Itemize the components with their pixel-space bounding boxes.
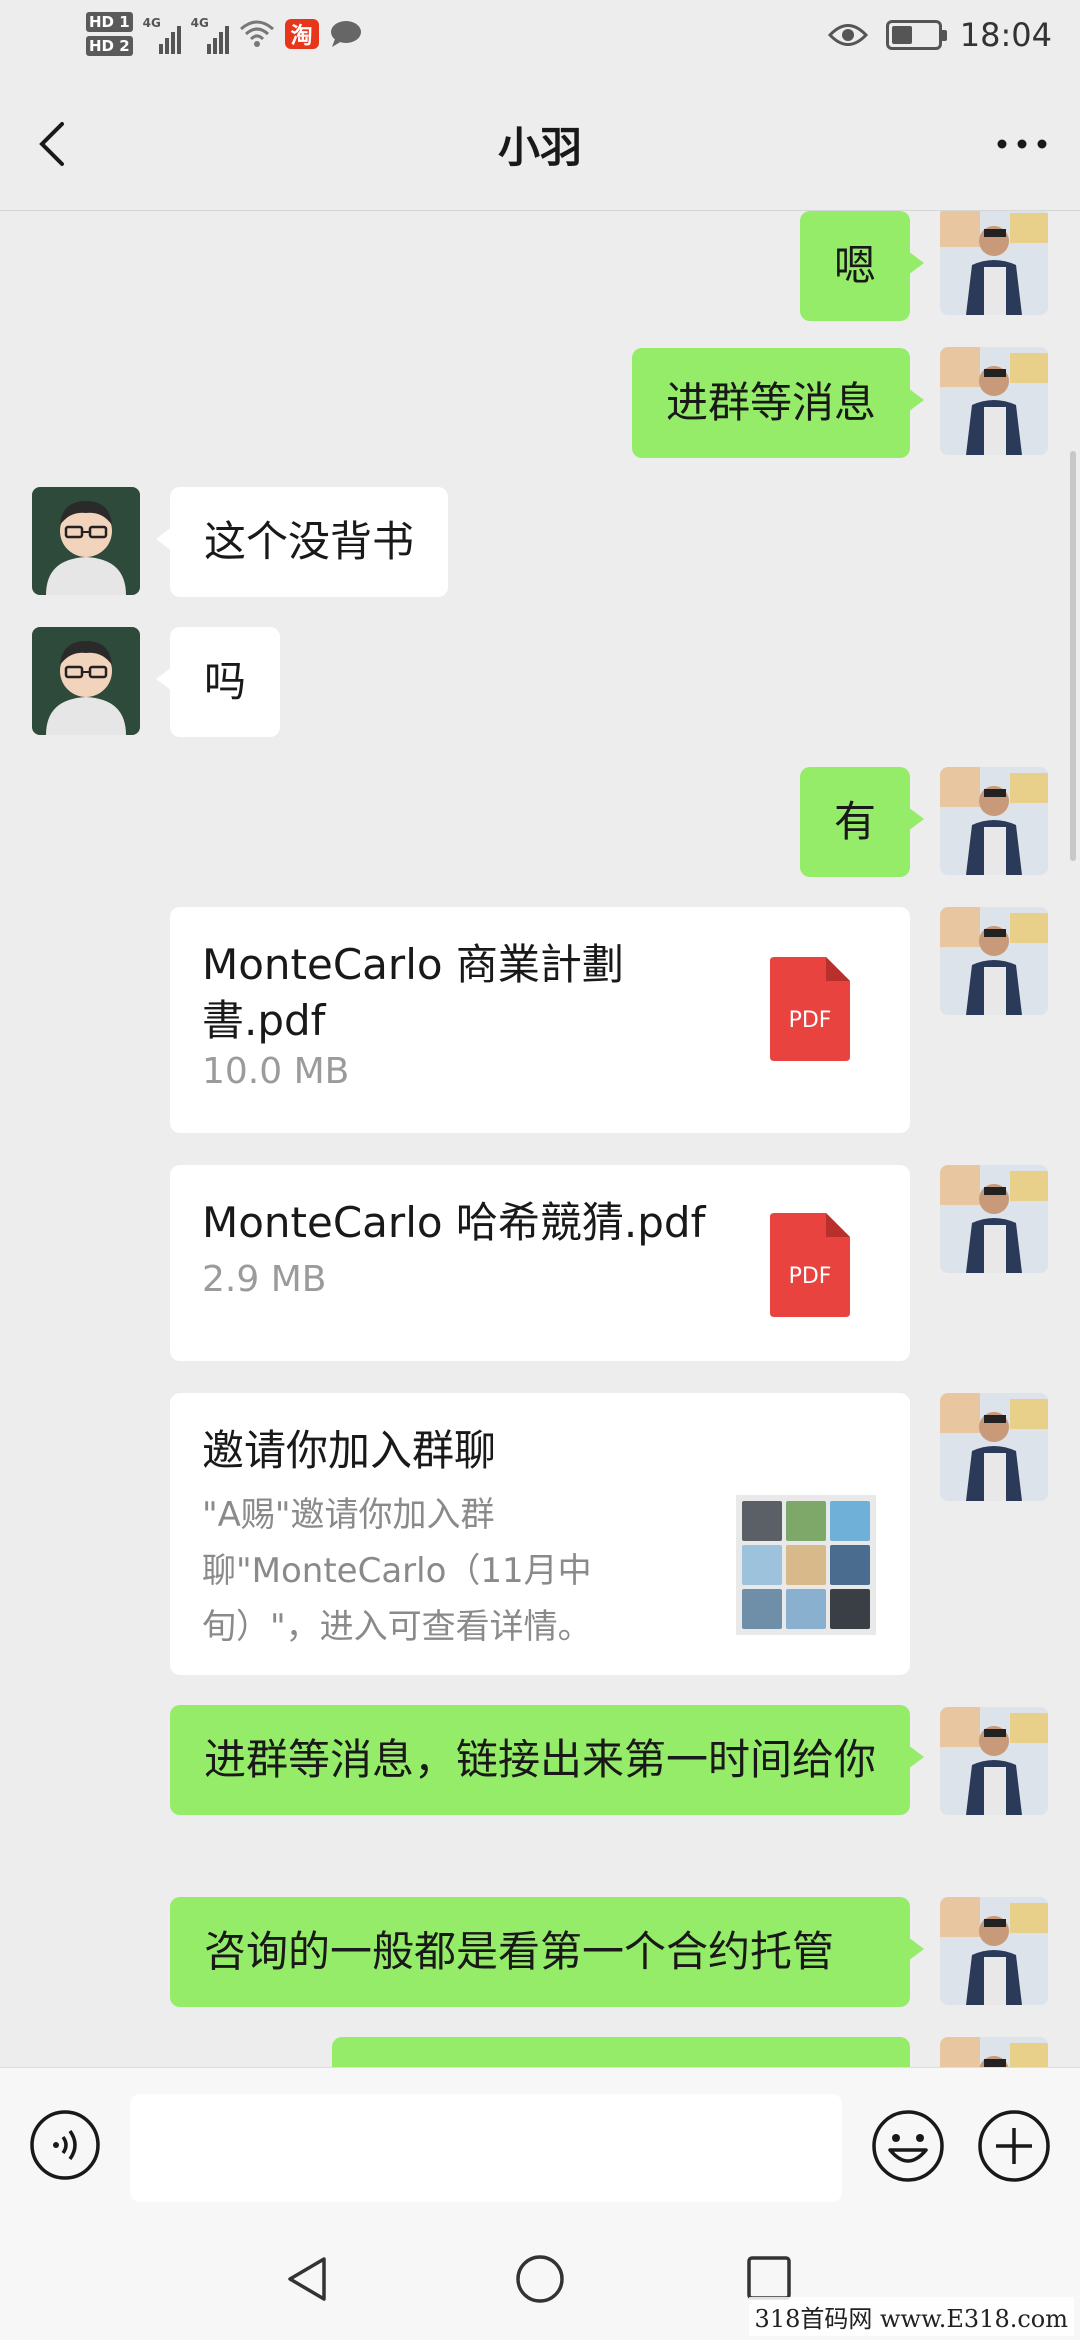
message-input[interactable] [130, 2094, 842, 2202]
network-type-1: 4G [142, 16, 161, 30]
nav-recent-apps-icon[interactable] [744, 2253, 794, 2303]
plus-icon[interactable] [976, 2108, 1052, 2184]
message-text: 这个没背书 [204, 517, 415, 566]
pdf-icon-label: PDF [789, 1008, 832, 1033]
message-bubble[interactable]: 嗯 [799, 211, 925, 321]
contact-avatar[interactable] [32, 487, 140, 595]
taobao-notification-icon: 淘 [284, 19, 319, 49]
status-bar: HD 1 HD 2 4G 4G 淘 18:04 [0, 0, 1080, 78]
message-bubble[interactable]: 进群等消息，链接出来第一时间给你 [170, 1705, 924, 1815]
hd-indicators: HD 1 HD 2 [86, 12, 133, 56]
invite-title: 邀请你加入群聊 [202, 1426, 497, 1475]
message-bubble[interactable]: 咨询的一般都是看第一个合约托管 [170, 1897, 924, 2007]
message-text: 进群等消息，链接出来第一时间给你 [204, 1735, 877, 1784]
message-text: 吗 [204, 657, 247, 706]
voice-input-icon[interactable] [28, 2108, 102, 2182]
my-avatar[interactable] [940, 767, 1048, 875]
file-size: 2.9 MB [202, 1259, 327, 1300]
my-avatar[interactable] [940, 1393, 1048, 1501]
message-text: 进群等消息 [665, 378, 876, 427]
chat-header: 小羽 [0, 78, 1080, 211]
file-name: MonteCarlo 商業計劃書.pdf [202, 940, 624, 1045]
nav-back-icon[interactable] [280, 2251, 336, 2307]
file-size: 10.0 MB [202, 1051, 350, 1092]
my-avatar[interactable] [940, 347, 1048, 455]
more-options-icon[interactable] [994, 120, 1050, 168]
eye-icon [827, 24, 868, 46]
my-avatar[interactable] [940, 1897, 1048, 2005]
message-text: 咨询的一般都是看第一个合约托管 [204, 1927, 835, 1976]
message-text: 有 [833, 797, 876, 846]
battery-icon [885, 20, 947, 50]
wifi-icon [239, 20, 274, 47]
system-navigation-bar: 318首码网 www.E318.com [0, 2223, 1080, 2340]
hd1-badge: HD 1 [86, 12, 133, 32]
message-notification-icon [330, 21, 361, 47]
pdf-icon-label: PDF [789, 1264, 832, 1289]
nav-home-icon[interactable] [512, 2251, 568, 2307]
pdf-icon: PDF [770, 957, 850, 1061]
contact-avatar[interactable] [32, 627, 140, 735]
file-message-card[interactable]: MonteCarlo 哈希競猜.pdf 2.9 MB PDF [170, 1165, 910, 1361]
network-type-2: 4G [190, 16, 209, 30]
my-avatar[interactable] [940, 1707, 1048, 1815]
my-avatar[interactable] [940, 1165, 1048, 1273]
file-name: MonteCarlo 哈希競猜.pdf [202, 1198, 706, 1247]
invite-description: "A赐"邀请你加入群聊"MonteCarlo（11月中旬）"，进入可查看详情。 [202, 1495, 592, 1647]
signal-icon: 4G [143, 14, 181, 54]
signal-icon-2: 4G [191, 14, 229, 54]
my-avatar[interactable] [940, 907, 1048, 1015]
file-message-card[interactable]: MonteCarlo 商業計劃書.pdf 10.0 MB PDF [170, 907, 910, 1133]
hd2-badge: HD 2 [86, 36, 133, 56]
message-bubble[interactable]: 有 [799, 767, 925, 877]
pdf-icon: PDF [770, 1213, 850, 1317]
group-avatar-grid [736, 1495, 876, 1635]
message-bubble[interactable]: 进群等消息 [631, 348, 925, 458]
group-invite-card[interactable]: 邀请你加入群聊 "A赐"邀请你加入群聊"MonteCarlo（11月中旬）"，进… [170, 1393, 910, 1675]
message-text: 嗯 [833, 241, 876, 290]
status-time: 18:04 [959, 16, 1052, 54]
message-bubble[interactable]: 这个没背书 [155, 487, 449, 597]
my-avatar[interactable] [940, 2037, 1048, 2067]
message-bubble-partial[interactable] [332, 2037, 910, 2067]
message-list[interactable]: 嗯 进群等消息 这个没背书 吗 有 MonteCarlo 商業計劃書.pdf 1… [0, 211, 1080, 2067]
watermark: 318首码网 www.E318.com [748, 2297, 1074, 2336]
scrollbar[interactable] [1070, 451, 1076, 861]
emoji-icon[interactable] [870, 2108, 946, 2184]
my-avatar[interactable] [940, 211, 1048, 315]
input-bar [0, 2067, 1080, 2224]
message-bubble[interactable]: 吗 [155, 627, 281, 737]
chat-title: 小羽 [497, 123, 582, 172]
